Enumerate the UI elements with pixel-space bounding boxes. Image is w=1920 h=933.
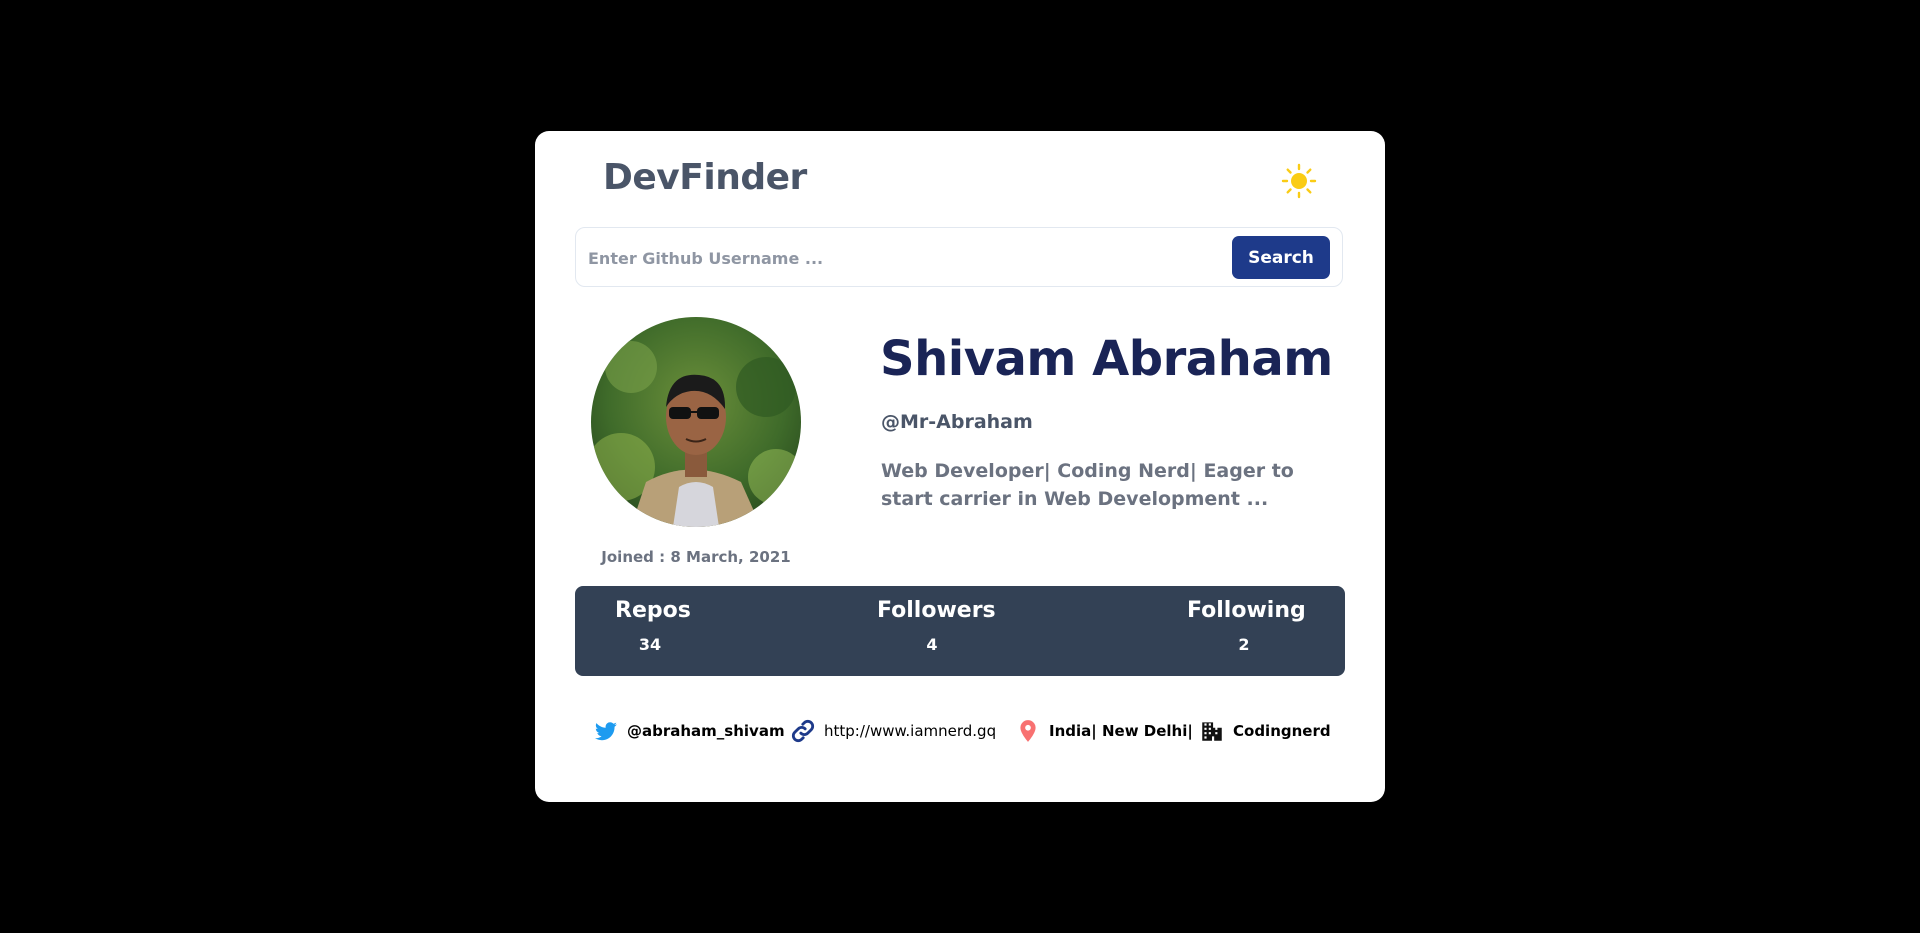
avatar: [591, 317, 801, 527]
joined-date: Joined : 8 March, 2021: [601, 548, 791, 566]
search-bar: Search: [575, 227, 1343, 287]
stat-followers: Followers 4: [877, 598, 996, 654]
stat-value: 4: [926, 635, 938, 654]
stat-value: 34: [638, 635, 662, 654]
twitter-handle: @abraham_shivam: [627, 722, 785, 740]
stat-repos: Repos 34: [615, 598, 691, 654]
link-icon: [790, 718, 816, 744]
stat-value: 2: [1238, 635, 1250, 654]
company-item: Codingnerd: [1199, 716, 1331, 746]
location-pin-icon: [1015, 718, 1041, 744]
location-item: India| New Delhi|: [1015, 716, 1193, 746]
stats-panel: Repos 34 Followers 4 Following 2: [575, 586, 1345, 676]
app-title: DevFinder: [603, 157, 807, 198]
profile-links: @abraham_shivam http://www.iamnerd.gq In…: [535, 716, 1385, 746]
website-link[interactable]: http://www.iamnerd.gq: [790, 716, 996, 746]
twitter-link[interactable]: @abraham_shivam: [593, 716, 785, 746]
search-button[interactable]: Search: [1232, 236, 1330, 279]
location-text: India| New Delhi|: [1049, 722, 1193, 740]
stat-label: Repos: [615, 598, 691, 623]
stat-following: Following 2: [1187, 598, 1306, 654]
profile-login[interactable]: @Mr-Abraham: [881, 411, 1033, 433]
stat-label: Following: [1187, 598, 1306, 623]
company-name: Codingnerd: [1233, 722, 1331, 740]
website-url: http://www.iamnerd.gq: [824, 722, 997, 740]
search-input[interactable]: [586, 238, 1210, 278]
building-icon: [1199, 718, 1225, 744]
stat-label: Followers: [877, 598, 996, 623]
twitter-icon: [593, 718, 619, 744]
sun-icon[interactable]: [1279, 161, 1319, 201]
profile-name: Shivam Abraham: [880, 331, 1333, 387]
profile-card: DevFinder Search: [535, 131, 1385, 802]
profile-bio: Web Developer| Coding Nerd| Eager to sta…: [881, 460, 1294, 510]
